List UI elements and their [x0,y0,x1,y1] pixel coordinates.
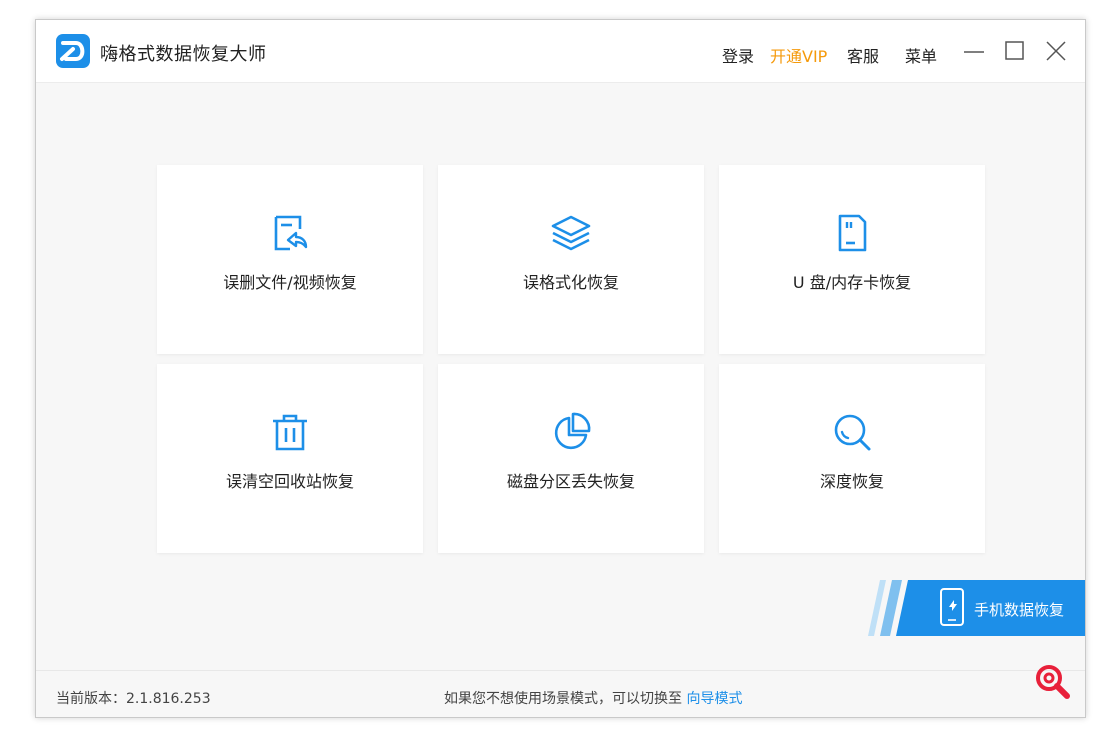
card-label: 误清空回收站恢复 [225,472,354,491]
maximize-button[interactable] [1003,39,1027,63]
sd-card-icon [838,214,867,252]
card-label: 磁盘分区丢失恢复 [506,472,635,491]
card-label: 误格式化恢复 [522,273,619,292]
minimize-button[interactable] [962,39,986,63]
wizard-mode-link[interactable]: 向导模式 [686,691,742,707]
title-bar: 嗨格式数据恢复大师 登录 开通VIP 客服 菜单 [36,20,1085,83]
mode-hint: 如果您不想使用场景模式，可以切换至 向导模式 [444,688,742,708]
card-label: 深度恢复 [819,472,884,491]
login-link[interactable]: 登录 [722,43,754,67]
footer: 当前版本：2.1.816.253 如果您不想使用场景模式，可以切换至 向导模式 [36,670,1085,717]
maximize-icon [1005,41,1024,60]
card-usb-recovery[interactable]: U 盘/内存卡恢复 [719,165,985,354]
app-window: 嗨格式数据恢复大师 登录 开通VIP 客服 菜单 误删文件/视频恢复 误格式化恢… [35,19,1086,718]
card-recycle-bin-recovery[interactable]: 误清空回收站恢复 [157,364,423,553]
card-deleted-file-recovery[interactable]: 误删文件/视频恢复 [157,165,423,354]
card-label: 误删文件/视频恢复 [223,273,357,292]
mobile-recovery-label[interactable]: 手机数据恢复 [974,599,1064,620]
card-deep-recovery[interactable]: 深度恢复 [719,364,985,553]
card-format-recovery[interactable]: 误格式化恢复 [438,165,704,354]
version-text: 当前版本：2.1.816.253 [56,691,211,707]
mode-hint-text: 如果您不想使用场景模式，可以切换至 [444,691,682,707]
minimize-icon [964,51,984,53]
app-logo-icon [56,34,90,68]
menu-link[interactable]: 菜单 [905,43,937,67]
card-label: U 盘/内存卡恢复 [792,273,912,292]
vip-link[interactable]: 开通VIP [770,43,827,67]
service-link[interactable]: 客服 [847,43,879,67]
search-corner-icon[interactable] [1034,663,1076,705]
close-icon [1046,41,1066,61]
magnifier-icon [834,414,871,451]
trash-icon [273,414,307,451]
app-title: 嗨格式数据恢复大师 [100,44,267,65]
close-button[interactable] [1044,39,1068,63]
layers-icon [551,215,591,251]
card-partition-recovery[interactable]: 磁盘分区丢失恢复 [438,364,704,553]
file-restore-icon [274,215,308,251]
pie-chart-icon [554,412,591,450]
